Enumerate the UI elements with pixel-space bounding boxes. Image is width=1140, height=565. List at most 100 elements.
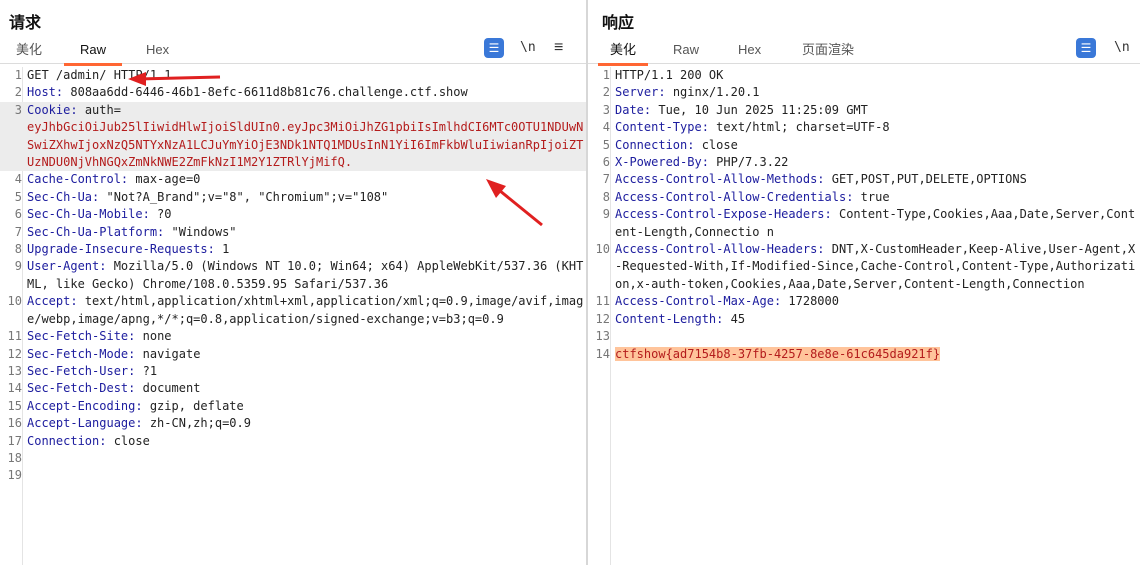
request-tab-raw[interactable]: Raw — [64, 41, 123, 66]
header-name: Content-Length — [615, 311, 717, 326]
header-name: Sec-Fetch-Dest — [27, 381, 129, 396]
header-name: Content-Type — [615, 120, 702, 135]
header-name: Date — [615, 102, 644, 117]
code-line: 16 Accept-Language: zh-CN,zh;q=0.9 — [0, 415, 586, 432]
header-value: close — [106, 433, 150, 448]
line-number: 12 — [595, 311, 610, 326]
header-value: max-age=0 — [128, 172, 201, 187]
header-name: Accept-Encoding — [27, 398, 136, 413]
code-text: GET /admin/ HTTP/1.1 — [27, 67, 586, 84]
header-name: Accept — [27, 294, 71, 309]
line-number: 3 — [602, 102, 610, 117]
line-number: 5 — [602, 137, 610, 152]
wrap-lines-button[interactable]: ☰ — [484, 38, 504, 58]
header-name: X-Powered-By — [615, 155, 702, 170]
line-number: 11 — [595, 294, 610, 309]
header-value: 1 — [214, 242, 230, 257]
header-name: Cookie — [27, 102, 71, 117]
line-number: 1 — [14, 68, 22, 82]
response-tab-render[interactable]: 页面渲染 — [802, 41, 854, 63]
code-line: 4 Cache-Control: max-age=0 — [0, 171, 586, 188]
code-line: 18 — [0, 450, 586, 467]
code-text: Sec-Ch-Ua-Platform: "Windows" — [27, 224, 586, 241]
line-number: 2 — [14, 85, 22, 100]
code-line: 4 Content-Type: text/html; charset=UTF-8 — [588, 119, 1140, 136]
code-text: Date: Tue, 10 Jun 2025 11:25:09 GMT — [615, 102, 1140, 119]
colon: : — [70, 102, 78, 117]
code-text: Upgrade-Insecure-Requests: 1 — [27, 241, 586, 258]
colon: : — [701, 155, 709, 170]
code-line: 7 Sec-Ch-Ua-Platform: "Windows" — [0, 224, 586, 241]
header-name: Accept-Language — [27, 416, 136, 431]
request-editor[interactable]: 1 GET /admin/ HTTP/1.1 2 Host: 808aa6dd-644… — [0, 67, 586, 565]
code-line: 13 Sec-Fetch-User: ?1 — [0, 363, 586, 380]
code-line: 2 Server: nginx/1.20.1 — [588, 84, 1140, 101]
header-value: PHP/7.3.22 — [708, 155, 789, 170]
request-tab-hex[interactable]: Hex — [146, 41, 169, 63]
wrap-lines-icon: ☰ — [484, 38, 504, 58]
code-text: Sec-Fetch-User: ?1 — [27, 363, 586, 380]
header-value: zh-CN,zh;q=0.9 — [142, 416, 251, 431]
header-value: 808aa6dd-6446-46b1-8efc-6611d8b81c76.cha… — [63, 85, 468, 100]
response-tab-hex[interactable]: Hex — [738, 41, 761, 63]
response-tab-pretty[interactable]: 美化 — [598, 41, 649, 66]
response-tab-raw[interactable]: Raw — [673, 41, 699, 63]
response-title: 响应 — [602, 15, 635, 32]
header-name: Host — [27, 85, 56, 100]
code-line: 8 Upgrade-Insecure-Requests: 1 — [0, 241, 586, 258]
line-number: 7 — [14, 224, 22, 239]
line-number: 14 — [595, 346, 610, 361]
header-name: Connection — [27, 433, 100, 448]
code-text: Access-Control-Allow-Methods: GET,POST,P… — [615, 171, 1140, 188]
line-number: 8 — [14, 242, 22, 257]
colon: : — [817, 242, 825, 257]
code-text: Sec-Ch-Ua: "Not?A_Brand";v="8", "Chromiu… — [27, 189, 586, 206]
header-value: auth= — [77, 102, 121, 117]
newline-toggle[interactable]: \n — [1114, 38, 1130, 58]
response-pane: 响应 美化 Raw Hex 页面渲染 ☰ \n 1 HTTP/1.1 200 OK… — [588, 0, 1140, 565]
code-line: 2 Host: 808aa6dd-6446-46b1-8efc-6611d8b81… — [0, 84, 586, 101]
line-number: 13 — [595, 329, 610, 344]
line-number: 10 — [595, 242, 610, 257]
header-name: Sec-Ch-Ua-Platform — [27, 224, 158, 239]
wrap-lines-button[interactable]: ☰ — [1076, 38, 1096, 58]
response-editor[interactable]: 1 HTTP/1.1 200 OK 2 Server: nginx/1.20.1 3 Da… — [588, 67, 1140, 565]
code-text: User-Agent: Mozilla/5.0 (Windows NT 10.0… — [27, 258, 586, 293]
header-value: close — [694, 137, 738, 152]
code-line: 1 HTTP/1.1 200 OK — [588, 67, 1140, 84]
code-text: Server: nginx/1.20.1 — [615, 84, 1140, 101]
colon: : — [817, 172, 825, 187]
code-line: 3 Cookie: auth= eyJhbGciOiJub25lIiwidHlwIj… — [0, 101, 586, 172]
header-value: Tue, 10 Jun 2025 11:25:09 GMT — [651, 102, 868, 117]
header-value: ?1 — [135, 363, 158, 378]
code-text: Cookie: auth= eyJhbGciOiJub25lIiwidHlwIjo… — [27, 102, 586, 172]
code-line: 8 Access-Control-Allow-Credentials: true — [588, 189, 1140, 206]
colon: : — [70, 294, 78, 309]
line-number: 1 — [602, 68, 610, 82]
menu-icon[interactable]: ≡ — [554, 38, 563, 58]
header-value: gzip, deflate — [142, 398, 244, 413]
line-number: 19 — [7, 468, 22, 483]
code-text: Sec-Fetch-Mode: navigate — [27, 346, 586, 363]
colon: : — [142, 207, 150, 222]
header-name: Sec-Ch-Ua — [27, 189, 93, 204]
header-value: "Windows" — [164, 224, 237, 239]
code-text: X-Powered-By: PHP/7.3.22 — [615, 154, 1140, 171]
response-tabs: 美化 Raw Hex 页面渲染 — [588, 39, 1140, 66]
line-number: 16 — [7, 416, 22, 431]
line-number: 4 — [602, 120, 610, 135]
line-number: 7 — [602, 172, 610, 187]
header-name: Sec-Fetch-User — [27, 363, 129, 378]
header-name: Connection — [615, 137, 688, 152]
header-name: Access-Control-Allow-Credentials — [615, 189, 847, 204]
code-text: Accept-Encoding: gzip, deflate — [27, 398, 586, 415]
request-tab-pretty[interactable]: 美化 — [16, 41, 42, 63]
code-text: Accept: text/html,application/xhtml+xml,… — [27, 293, 586, 328]
code-line: 5 Sec-Ch-Ua: "Not?A_Brand";v="8", "Chromi… — [0, 189, 586, 206]
code-line: 3 Date: Tue, 10 Jun 2025 11:25:09 GMT — [588, 102, 1140, 119]
line-number: 13 — [7, 363, 22, 378]
code-line: 10 Access-Control-Allow-Headers: DNT,X-Cu… — [588, 241, 1140, 293]
header-name: Access-Control-Max-Age — [615, 294, 774, 309]
newline-toggle[interactable]: \n — [520, 38, 536, 58]
